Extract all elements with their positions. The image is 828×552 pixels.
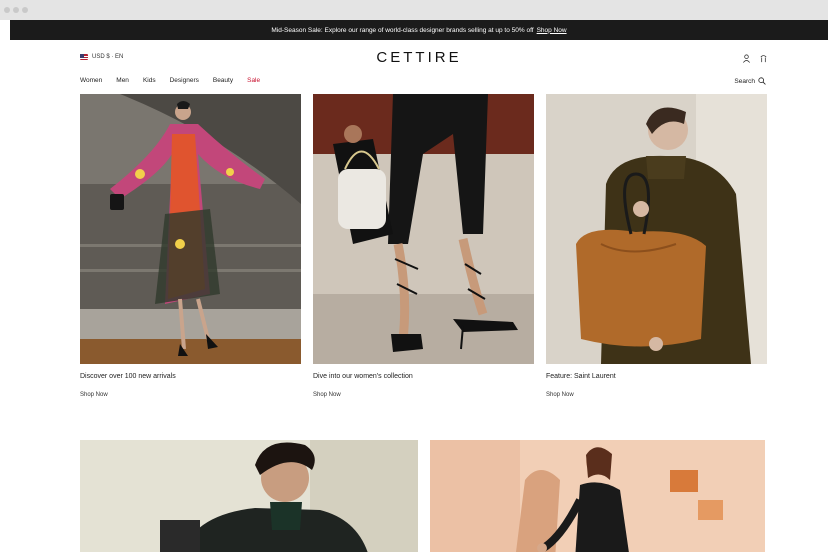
- search-icon: [758, 77, 766, 85]
- nav-designers[interactable]: Designers: [170, 77, 199, 84]
- nav-sale[interactable]: Sale: [247, 77, 260, 84]
- tile-new-arrivals-image[interactable]: [80, 94, 301, 364]
- promo-message: Mid-Season Sale: Explore our range of wo…: [271, 26, 534, 34]
- tile-3-caption[interactable]: Feature: Saint Laurent: [546, 373, 616, 380]
- account-icon[interactable]: [742, 54, 751, 63]
- nav-men[interactable]: Men: [116, 77, 129, 84]
- nav-beauty[interactable]: Beauty: [213, 77, 233, 84]
- womens-promo-image[interactable]: [430, 440, 765, 552]
- site-logo[interactable]: CETTIRE: [10, 49, 828, 66]
- tile-1-caption[interactable]: Discover over 100 new arrivals: [80, 373, 176, 380]
- tile-saint-laurent-image[interactable]: [546, 94, 767, 364]
- search-button[interactable]: Search: [734, 77, 766, 85]
- bag-icon[interactable]: [759, 54, 768, 63]
- nav-kids[interactable]: Kids: [143, 77, 156, 84]
- tile-womens-collection-image[interactable]: [313, 94, 534, 364]
- tile-3-shop-now-link[interactable]: Shop Now: [546, 392, 574, 398]
- promo-bar: Mid-Season Sale: Explore our range of wo…: [10, 20, 828, 40]
- main-nav: Women Men Kids Designers Beauty Sale: [80, 77, 260, 84]
- browser-chrome: [0, 0, 828, 20]
- page: USD $ · EN CETTIRE Women Men Kids Design…: [10, 40, 828, 552]
- maximize-dot[interactable]: [22, 7, 28, 13]
- browser-window: Mid-Season Sale: Explore our range of wo…: [0, 0, 828, 552]
- nav-women[interactable]: Women: [80, 77, 102, 84]
- close-dot[interactable]: [4, 7, 10, 13]
- tile-2-caption[interactable]: Dive into our women's collection: [313, 373, 413, 380]
- promo-shop-now-link[interactable]: Shop Now: [537, 27, 567, 34]
- tile-1-shop-now-link[interactable]: Shop Now: [80, 392, 108, 398]
- tile-2-shop-now-link[interactable]: Shop Now: [313, 392, 341, 398]
- mens-promo-image[interactable]: [80, 440, 418, 552]
- minimize-dot[interactable]: [13, 7, 19, 13]
- search-label: Search: [734, 77, 755, 85]
